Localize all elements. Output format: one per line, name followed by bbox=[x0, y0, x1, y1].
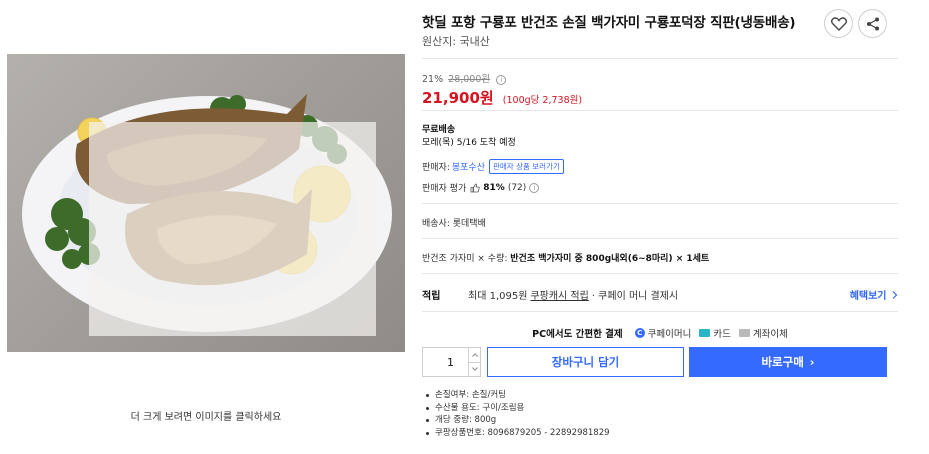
list-item: 개당 중량: 800g bbox=[426, 414, 610, 427]
benefit-link[interactable]: 혜택보기 bbox=[850, 287, 898, 302]
payment-heading: PC에서도 간편한 결제 bbox=[532, 329, 623, 340]
seller-row: 판매자: 봉포수산 판매자 상품 보러가기 bbox=[422, 159, 564, 174]
list-item: 수산물 용도: 구이/조림용 bbox=[426, 402, 610, 415]
quantity-input[interactable] bbox=[423, 348, 468, 376]
sale-row: 21,900원 (100g당 2,738원) bbox=[422, 87, 582, 108]
sale-price: 21,900원 bbox=[422, 89, 494, 107]
seller-name-link[interactable]: 봉포수산 bbox=[452, 160, 485, 173]
divider bbox=[422, 273, 898, 274]
shipping-type: 무료배송 bbox=[422, 125, 456, 135]
points-max: 최대 1,095원 bbox=[468, 291, 528, 302]
original-price: 28,000원 bbox=[448, 74, 491, 85]
divider bbox=[422, 311, 898, 312]
image-caption: 더 크게 보려면 이미지를 클릭하세요 bbox=[130, 412, 282, 423]
rating-label: 판매자 평가 bbox=[422, 184, 467, 194]
arrival-date: 모레(목) 5/16 도착 예정 bbox=[422, 138, 516, 148]
shipping-info: 무료배송 모레(목) 5/16 도착 예정 bbox=[422, 124, 516, 150]
discount-row: 21% 28,000원 i bbox=[422, 71, 582, 85]
fish-plate-illustration bbox=[22, 94, 392, 336]
points-label: 적립 bbox=[422, 291, 441, 302]
chevron-down-icon bbox=[471, 367, 478, 372]
quantity-decrease-button[interactable] bbox=[469, 363, 480, 377]
divider bbox=[422, 238, 898, 239]
payment-coupay-money: C 쿠페이머니 bbox=[634, 326, 692, 340]
quantity-step-buttons bbox=[468, 348, 480, 376]
divider bbox=[422, 58, 898, 59]
divider bbox=[422, 203, 898, 204]
unit-price: (100g당 2,738원) bbox=[502, 95, 583, 106]
selected-option: 반건조 가자미 × 수량: 반건조 백가자미 중 800g내외(6~8마리) ×… bbox=[422, 251, 709, 264]
list-item: 손질여부: 손질/커팅 bbox=[426, 389, 610, 402]
origin: 원산지: 국내산 bbox=[422, 35, 490, 48]
heart-icon bbox=[830, 16, 847, 31]
payment-method-label: 카드 bbox=[713, 329, 731, 340]
like-button[interactable] bbox=[824, 9, 853, 38]
payment-bank-transfer: 계좌이체 bbox=[738, 326, 788, 340]
card-icon bbox=[699, 329, 711, 337]
chevron-up-icon bbox=[471, 352, 478, 357]
quantity-increase-button[interactable] bbox=[469, 348, 480, 363]
add-to-cart-button[interactable]: 장바구니 담기 bbox=[487, 347, 684, 377]
price-block: 21% 28,000원 i 21,900원 (100g당 2,738원) bbox=[422, 71, 582, 108]
carrier: 배송사: 롯데택배 bbox=[422, 219, 486, 229]
rating-percent: 81% bbox=[483, 182, 505, 193]
info-icon[interactable]: i bbox=[496, 75, 507, 85]
share-button[interactable] bbox=[858, 9, 887, 38]
points-row: 적립 최대 1,095원 쿠팡캐시 적립 · 쿠페이 머니 결제시 혜택보기 bbox=[422, 287, 898, 302]
chevron-right-icon bbox=[892, 291, 898, 299]
rating-count: (72) bbox=[507, 182, 527, 193]
share-icon bbox=[866, 17, 879, 30]
product-details-list: 손질여부: 손질/커팅 수산물 용도: 구이/조림용 개당 중량: 800g 쿠… bbox=[426, 389, 610, 439]
payment-methods: PC에서도 간편한 결제 C 쿠페이머니 카드 계좌이체 bbox=[422, 326, 898, 340]
coupay-icon: C bbox=[634, 328, 645, 338]
points-condition: · 쿠페이 머니 결제시 bbox=[591, 291, 679, 302]
payment-method-label: 계좌이체 bbox=[752, 329, 788, 340]
product-image[interactable] bbox=[7, 54, 405, 352]
info-icon[interactable]: i bbox=[529, 182, 540, 193]
quantity-stepper[interactable] bbox=[422, 347, 481, 377]
bank-icon bbox=[738, 329, 750, 337]
option-value: 반건조 백가자미 중 800g내외(6~8마리) × 1세트 bbox=[510, 254, 710, 264]
list-item: 쿠팡상품번호: 8096879205 - 22892981829 bbox=[426, 427, 610, 440]
thumbs-up-icon bbox=[470, 183, 480, 192]
discount-rate: 21% bbox=[422, 74, 444, 85]
divider bbox=[422, 110, 898, 111]
product-title: 핫딜 포항 구룡포 반건조 손질 백가자미 구룡포덕장 직판(냉동배송) bbox=[422, 15, 796, 31]
buy-now-button[interactable]: 바로구매 › bbox=[689, 347, 887, 377]
product-info-panel: 핫딜 포항 구룡포 반건조 손질 백가자미 구룡포덕장 직판(냉동배송) 원산지… bbox=[412, 0, 929, 454]
payment-method-label: 쿠페이머니 bbox=[647, 329, 692, 340]
option-prefix: 반건조 가자미 × 수량: bbox=[422, 254, 508, 264]
coupang-cash-link[interactable]: 쿠팡캐시 적립 bbox=[530, 287, 588, 302]
seller-rating-row: 판매자 평가 81% (72) i bbox=[422, 181, 540, 194]
chevron-right-icon: › bbox=[809, 355, 815, 369]
seller-label: 판매자: bbox=[422, 163, 450, 173]
benefit-label: 혜택보기 bbox=[849, 291, 887, 302]
buy-now-label: 바로구매 bbox=[761, 355, 804, 369]
payment-card: 카드 bbox=[699, 326, 731, 340]
seller-products-button[interactable]: 판매자 상품 보러가기 bbox=[489, 159, 564, 174]
